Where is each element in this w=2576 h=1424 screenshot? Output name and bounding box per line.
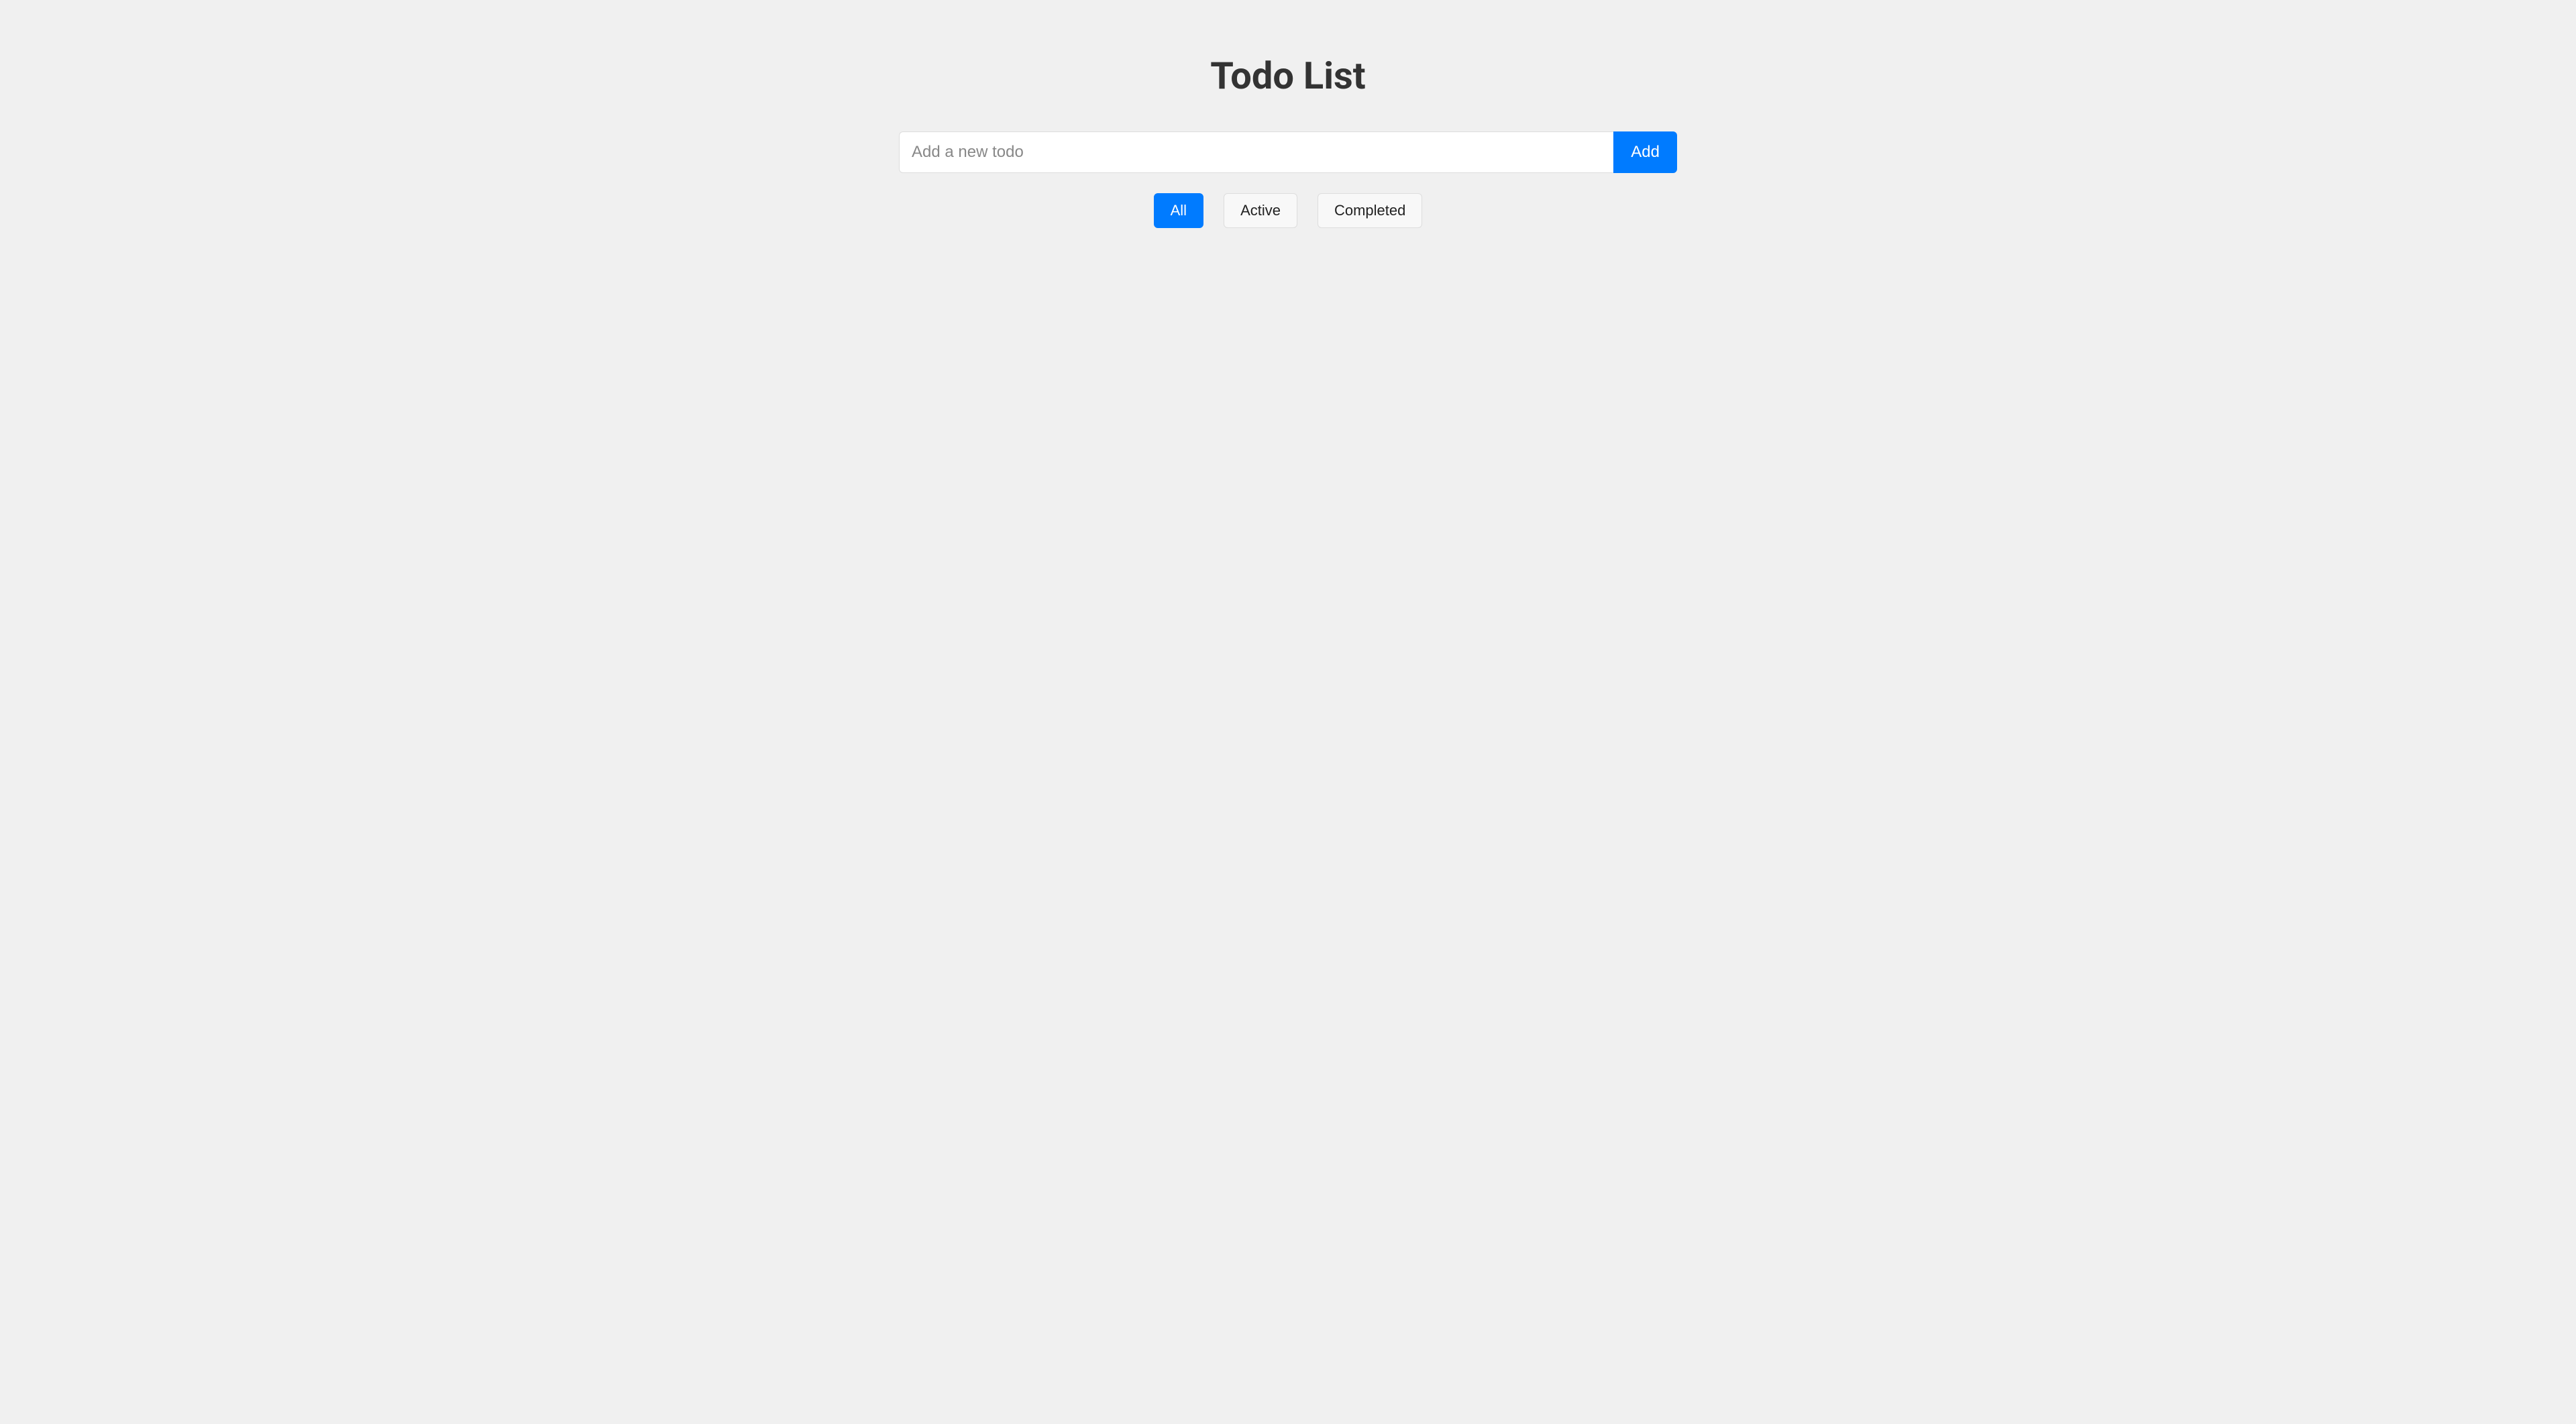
page-title: Todo List bbox=[899, 54, 1677, 98]
add-button[interactable]: Add bbox=[1613, 131, 1677, 173]
app-container: Todo List Add All Active Completed bbox=[885, 0, 1690, 241]
filter-all-button[interactable]: All bbox=[1154, 193, 1203, 228]
new-todo-input[interactable] bbox=[899, 131, 1613, 173]
filter-completed-button[interactable]: Completed bbox=[1318, 193, 1422, 228]
filter-active-button[interactable]: Active bbox=[1224, 193, 1297, 228]
input-row: Add bbox=[899, 131, 1677, 173]
filter-row: All Active Completed bbox=[899, 193, 1677, 228]
